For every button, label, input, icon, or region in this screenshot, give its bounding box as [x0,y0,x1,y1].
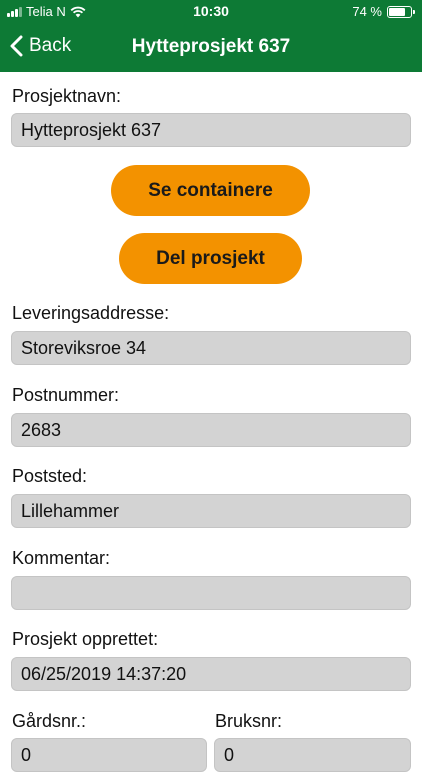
postal-place-label: Poststed: [12,466,88,486]
property-number-label: Bruksnr: [215,711,283,731]
created-field[interactable]: 06/25/2019 14:37:20 [11,657,411,691]
see-containers-button[interactable]: Se containere [111,165,310,216]
delivery-address-field[interactable]: Storeviksroe 34 [11,331,411,365]
share-project-button[interactable]: Del prosjekt [119,233,302,284]
project-name-field[interactable]: Hytteprosjekt 637 [11,113,411,147]
farm-number-field[interactable]: 0 [11,738,207,772]
farm-number-label: Gårdsnr.: [12,711,87,731]
battery-area: 74 % [352,4,415,19]
property-number-field[interactable]: 0 [214,738,411,772]
postal-code-field[interactable]: 2683 [11,413,411,447]
created-label: Prosjekt opprettet: [12,629,159,649]
postal-place-field[interactable]: Lillehammer [11,494,411,528]
battery-percent: 74 % [352,4,382,19]
page-title: Hytteprosjekt 637 [131,36,291,57]
postal-code-label: Postnummer: [12,385,120,405]
delivery-address-label: Leveringsaddresse: [12,303,170,323]
project-form: Prosjektnavn: Hytteprosjekt 637 Se conta… [0,72,422,772]
status-bar: Telia N 10:30 74 % [0,0,422,22]
project-name-label: Prosjektnavn: [12,86,122,106]
comment-field[interactable] [11,576,411,610]
app-header: Telia N 10:30 74 % Back Hytteprosjekt 63… [0,0,422,72]
navigation-bar: Back Hytteprosjekt 637 [0,28,422,68]
comment-label: Kommentar: [12,548,111,568]
battery-icon [387,5,415,18]
